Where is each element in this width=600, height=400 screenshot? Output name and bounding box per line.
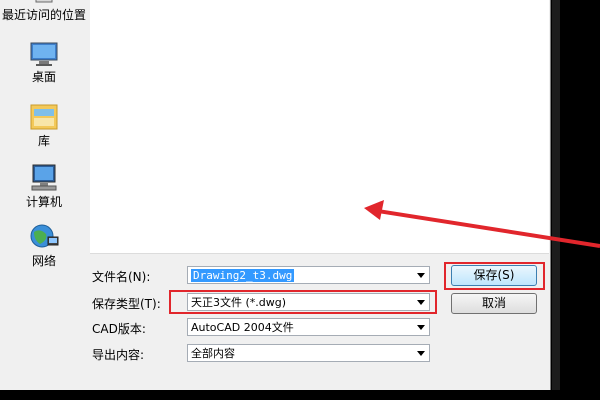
annotation-arrow-icon [364, 200, 600, 248]
